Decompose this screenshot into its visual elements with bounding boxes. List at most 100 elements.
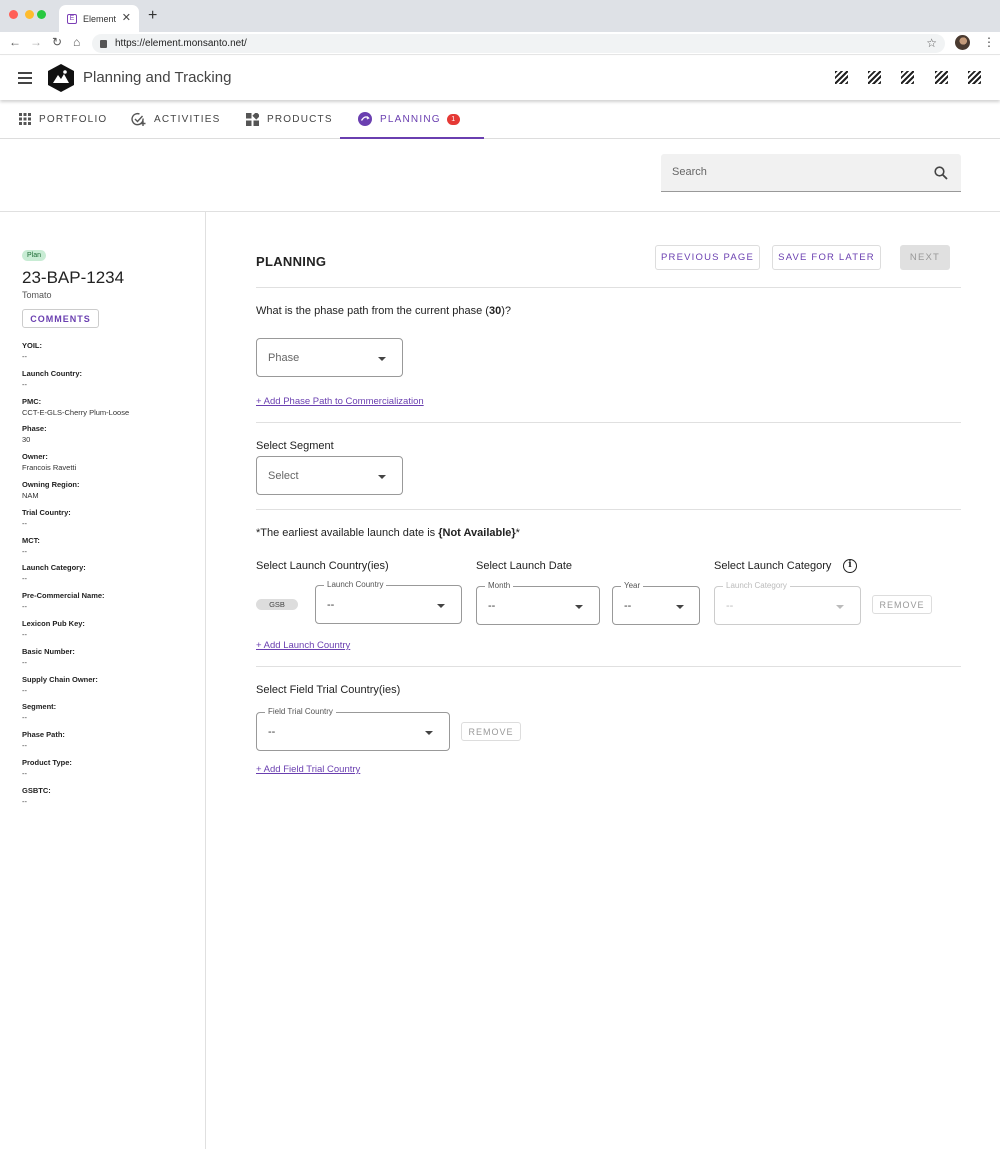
info-icon[interactable]: i (843, 559, 857, 573)
divider (256, 509, 961, 510)
field-trial-value: -- (268, 726, 276, 738)
status-badge: Plan (22, 250, 47, 261)
search-field[interactable] (661, 154, 961, 192)
back-arrow-icon[interactable]: ← (9, 35, 21, 49)
chevron-down-icon (836, 605, 844, 609)
property-label: Owning Region: (22, 479, 80, 489)
launch-month-select[interactable]: Month -- (476, 581, 600, 625)
placeholder-app-icon-5[interactable] (968, 71, 981, 84)
property-value: Francois Ravetti (22, 463, 77, 473)
reload-icon[interactable]: ↻ (52, 35, 62, 49)
field-trial-country-select[interactable]: Field Trial Country -- (256, 707, 450, 751)
remove-launch-country-button[interactable]: REMOVE (872, 595, 932, 614)
hamburger-menu-icon[interactable] (18, 72, 32, 84)
property-value: -- (22, 574, 27, 584)
property-row: Launch Category: -- (22, 563, 129, 591)
month-value: -- (488, 600, 496, 612)
forward-arrow-icon[interactable]: → (30, 35, 42, 49)
segment-label: Select Segment (256, 440, 334, 452)
page-title: PLANNING (256, 254, 327, 269)
browser-tab[interactable]: E Element ✕ (59, 5, 139, 32)
home-icon[interactable]: ⌂ (73, 35, 80, 49)
launch-category-select[interactable]: Launch Category -- (714, 581, 861, 625)
app-title: Planning and Tracking (83, 69, 232, 86)
chevron-down-icon (378, 357, 386, 361)
property-value: -- (22, 602, 27, 612)
address-bar[interactable]: https://element.monsanto.net/ ☆ (92, 34, 945, 53)
phase-path-question: What is the phase path from the current … (256, 305, 511, 317)
property-label: PMC: (22, 396, 42, 406)
divider (256, 287, 961, 288)
property-row: Product Type: -- (22, 758, 129, 786)
property-label: Product Type: (22, 757, 72, 767)
property-value: -- (22, 629, 27, 639)
property-row: Lexicon Pub Key: -- (22, 619, 129, 647)
app-header: Planning and Tracking (0, 56, 1000, 100)
field-trial-label: Select Field Trial Country(ies) (256, 684, 401, 696)
launch-category-value: -- (726, 600, 734, 612)
next-button[interactable]: NEXT (900, 245, 950, 270)
property-label: Segment: (22, 702, 57, 712)
property-value: NAM (22, 490, 39, 500)
phase-select[interactable]: Phase (256, 338, 403, 377)
property-label: Phase: (22, 424, 47, 434)
chevron-down-icon (575, 605, 583, 609)
field-trial-float-label: Field Trial Country (265, 707, 336, 716)
close-tab-icon[interactable]: ✕ (122, 11, 131, 24)
property-value: -- (22, 768, 27, 778)
new-tab-icon[interactable]: + (148, 7, 157, 25)
profile-avatar[interactable] (955, 35, 970, 50)
property-label: YOIL: (22, 341, 42, 350)
tab-planning[interactable]: PLANNING 1 (340, 100, 484, 139)
search-icon[interactable] (934, 166, 948, 180)
placeholder-app-icon-2[interactable] (868, 71, 881, 84)
property-row: Owning Region: NAM (22, 480, 129, 508)
segment-select-value: Select (268, 470, 299, 482)
maximize-window-button[interactable] (37, 10, 46, 19)
browser-tab-title: Element (83, 13, 117, 24)
add-field-trial-country-link[interactable]: + Add Field Trial Country (256, 764, 360, 775)
browser-menu-icon[interactable]: ⋮ (983, 35, 995, 49)
property-value: -- (22, 796, 27, 806)
remove-field-trial-country-button[interactable]: REMOVE (461, 722, 521, 741)
close-window-button[interactable] (9, 10, 18, 19)
property-label: Trial Country: (22, 507, 71, 517)
tab-portfolio[interactable]: PORTFOLIO (19, 100, 107, 138)
property-value: -- (22, 546, 27, 556)
property-value: 30 (22, 435, 31, 445)
main-nav-tabs: PORTFOLIO ACTIVITIES PRODUCTS PLANNING 1 (0, 100, 1000, 139)
property-value: -- (22, 352, 27, 361)
chevron-down-icon (378, 475, 386, 479)
add-launch-country-link[interactable]: + Add Launch Country (256, 640, 350, 651)
placeholder-app-icon-1[interactable] (835, 71, 848, 84)
segment-select[interactable]: Select (256, 456, 403, 495)
property-label: Phase Path: (22, 730, 65, 740)
element-logo-icon (48, 64, 74, 92)
comments-button[interactable]: COMMENTS (22, 309, 99, 328)
add-task-icon (131, 112, 146, 126)
tab-products[interactable]: PRODUCTS (246, 100, 333, 138)
bookmark-star-icon[interactable]: ☆ (926, 36, 937, 50)
launch-year-select[interactable]: Year -- (612, 581, 700, 625)
property-row: YOIL: -- (22, 341, 129, 369)
property-value: -- (22, 657, 27, 667)
property-label: MCT: (22, 535, 40, 545)
launch-country-select[interactable]: Launch Country -- (315, 580, 462, 624)
placeholder-app-icon-4[interactable] (935, 71, 948, 84)
search-input[interactable] (672, 166, 912, 178)
placeholder-app-icon-3[interactable] (901, 71, 914, 84)
launch-category-label: Select Launch Category (714, 560, 832, 572)
record-crop: Tomato (22, 290, 52, 300)
year-float-label: Year (621, 581, 644, 590)
planning-icon (358, 112, 372, 126)
tab-activities[interactable]: ACTIVITIES (131, 100, 220, 138)
property-row: Launch Country: -- (22, 369, 129, 397)
property-value: -- (22, 685, 27, 695)
property-label: Owner: (22, 452, 48, 462)
previous-page-button[interactable]: PREVIOUS PAGE (655, 245, 760, 270)
chevron-down-icon (437, 604, 445, 608)
add-phase-path-link[interactable]: + Add Phase Path to Commercialization (256, 396, 424, 407)
year-value: -- (624, 600, 632, 612)
save-for-later-button[interactable]: SAVE FOR LATER (772, 245, 881, 270)
minimize-window-button[interactable] (25, 10, 34, 19)
